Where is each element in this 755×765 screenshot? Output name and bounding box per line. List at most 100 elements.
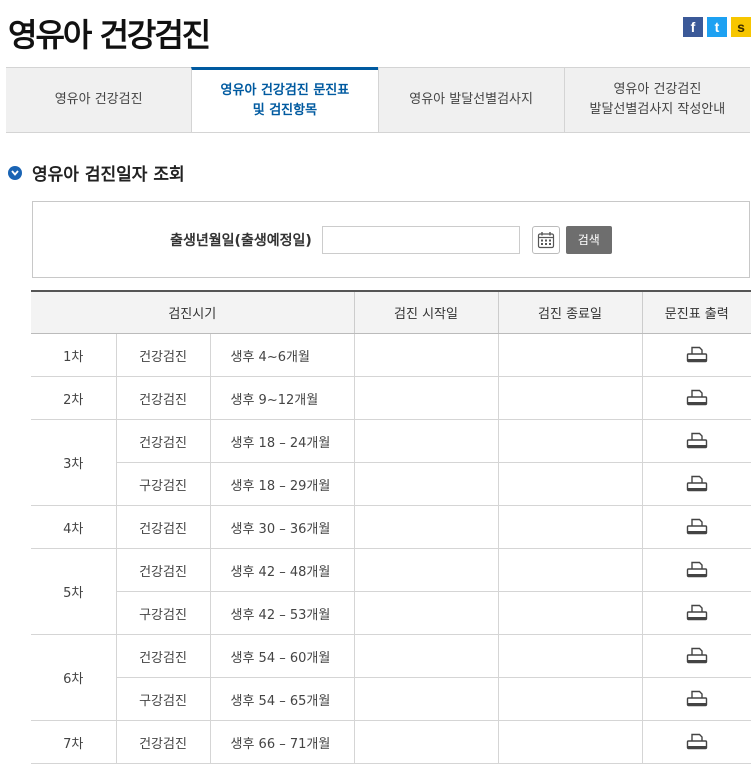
chevron-down-circle-icon bbox=[8, 165, 22, 180]
table-row: 구강검진 생후 54 – 65개월 bbox=[31, 677, 752, 721]
start-date-cell bbox=[353, 419, 499, 463]
tab-label: 영유아 건강검진 문진표 및 검진항목 bbox=[220, 83, 350, 118]
round-cell: 1차 bbox=[31, 333, 116, 377]
age-cell: 생후 9~12개월 bbox=[209, 376, 355, 420]
start-date-cell bbox=[353, 376, 499, 420]
kakaostory-icon[interactable]: s bbox=[731, 17, 751, 37]
start-date-cell bbox=[353, 720, 499, 764]
round-cell: 5차 bbox=[31, 548, 116, 635]
social-share: f t s bbox=[683, 17, 751, 37]
start-date-cell bbox=[353, 505, 499, 549]
printer-icon[interactable] bbox=[686, 690, 708, 708]
end-date-cell bbox=[497, 376, 643, 420]
tab-checkup[interactable]: 영유아 건강검진 bbox=[6, 68, 192, 132]
facebook-icon[interactable]: f bbox=[683, 17, 703, 37]
end-date-cell bbox=[497, 591, 643, 635]
birthdate-input[interactable] bbox=[321, 225, 520, 254]
round-cell: 2차 bbox=[31, 376, 116, 420]
type-cell: 구강검진 bbox=[115, 462, 210, 506]
start-date-cell bbox=[353, 677, 499, 721]
header-start-date: 검진 시작일 bbox=[353, 290, 499, 334]
start-date-cell bbox=[353, 462, 499, 506]
age-cell: 생후 18 – 24개월 bbox=[209, 419, 355, 463]
age-cell: 생후 42 – 53개월 bbox=[209, 591, 355, 635]
calendar-button[interactable] bbox=[531, 225, 560, 254]
print-cell[interactable] bbox=[641, 462, 752, 506]
end-date-cell bbox=[497, 419, 643, 463]
age-cell: 생후 66 – 71개월 bbox=[209, 720, 355, 764]
round-cell: 3차 bbox=[31, 419, 116, 506]
age-cell: 생후 30 – 36개월 bbox=[209, 505, 355, 549]
search-form: 출생년월일(출생예정일) 검색 bbox=[32, 201, 750, 278]
table-row: 3차 건강검진 생후 18 – 24개월 bbox=[31, 419, 752, 506]
tab-development-screening[interactable]: 영유아 발달선별검사지 bbox=[377, 68, 564, 132]
type-cell: 건강검진 bbox=[115, 634, 210, 678]
print-cell[interactable] bbox=[641, 376, 752, 420]
tab-questionnaire[interactable]: 영유아 건강검진 문진표 및 검진항목 bbox=[191, 67, 378, 132]
print-cell[interactable] bbox=[641, 677, 752, 721]
printer-icon[interactable] bbox=[686, 733, 708, 751]
checkup-table: 검진시기 검진 시작일 검진 종료일 문진표 출력 1차 건강검진 생후 4~6개월… bbox=[31, 290, 752, 764]
round-cell: 4차 bbox=[31, 505, 116, 549]
table-row: 2차 건강검진 생후 9~12개월 bbox=[31, 376, 752, 420]
round-cell: 6차 bbox=[31, 634, 116, 721]
start-date-cell bbox=[353, 591, 499, 635]
type-cell: 건강검진 bbox=[115, 505, 210, 549]
end-date-cell bbox=[497, 333, 643, 377]
print-cell[interactable] bbox=[641, 419, 752, 463]
end-date-cell bbox=[497, 505, 643, 549]
printer-icon[interactable] bbox=[686, 432, 708, 450]
type-cell: 건강검진 bbox=[115, 548, 210, 592]
tab-screening-guide[interactable]: 영유아 건강검진 발달선별검사지 작성안내 bbox=[563, 68, 750, 132]
twitter-icon[interactable]: t bbox=[707, 17, 727, 37]
calendar-icon bbox=[537, 231, 554, 248]
age-cell: 생후 42 – 48개월 bbox=[209, 548, 355, 592]
age-cell: 생후 54 – 65개월 bbox=[209, 677, 355, 721]
table-row: 6차 건강검진 생후 54 – 60개월 bbox=[31, 634, 752, 721]
printer-icon[interactable] bbox=[686, 346, 708, 364]
type-cell: 건강검진 bbox=[115, 720, 210, 764]
printer-icon[interactable] bbox=[686, 604, 708, 622]
table-row: 4차 건강검진 생후 30 – 36개월 bbox=[31, 505, 752, 549]
print-cell[interactable] bbox=[641, 333, 752, 377]
type-cell: 구강검진 bbox=[115, 677, 210, 721]
birthdate-label: 출생년월일(출생예정일) bbox=[170, 232, 312, 249]
tab-bar: 영유아 건강검진 영유아 건강검진 문진표 및 검진항목 영유아 발달선별검사지 … bbox=[6, 67, 750, 133]
tab-label: 영유아 발달선별검사지 bbox=[409, 92, 533, 107]
print-cell[interactable] bbox=[641, 548, 752, 592]
start-date-cell bbox=[353, 548, 499, 592]
start-date-cell bbox=[353, 333, 499, 377]
type-cell: 건강검진 bbox=[115, 376, 210, 420]
page-title: 영유아 건강검진 bbox=[8, 16, 211, 54]
table-header-row: 검진시기 검진 시작일 검진 종료일 문진표 출력 bbox=[31, 290, 752, 334]
end-date-cell bbox=[497, 634, 643, 678]
section-header: 영유아 검진일자 조회 bbox=[8, 160, 185, 185]
header-print: 문진표 출력 bbox=[641, 290, 752, 334]
tab-label: 영유아 건강검진 bbox=[54, 92, 143, 107]
printer-icon[interactable] bbox=[686, 561, 708, 579]
print-cell[interactable] bbox=[641, 591, 752, 635]
start-date-cell bbox=[353, 634, 499, 678]
age-cell: 생후 54 – 60개월 bbox=[209, 634, 355, 678]
age-cell: 생후 18 – 29개월 bbox=[209, 462, 355, 506]
print-cell[interactable] bbox=[641, 720, 752, 764]
type-cell: 건강검진 bbox=[115, 419, 210, 463]
table-row: 구강검진 생후 42 – 53개월 bbox=[31, 591, 752, 635]
end-date-cell bbox=[497, 462, 643, 506]
end-date-cell bbox=[497, 677, 643, 721]
printer-icon[interactable] bbox=[686, 647, 708, 665]
search-button[interactable]: 검색 bbox=[565, 225, 612, 254]
printer-icon[interactable] bbox=[686, 475, 708, 493]
age-cell: 생후 4~6개월 bbox=[209, 333, 355, 377]
printer-icon[interactable] bbox=[686, 518, 708, 536]
table-row: 7차 건강검진 생후 66 – 71개월 bbox=[31, 720, 752, 764]
table-row: 1차 건강검진 생후 4~6개월 bbox=[31, 333, 752, 377]
print-cell[interactable] bbox=[641, 634, 752, 678]
type-cell: 건강검진 bbox=[115, 333, 210, 377]
printer-icon[interactable] bbox=[686, 389, 708, 407]
round-cell: 7차 bbox=[31, 720, 116, 764]
section-title: 영유아 검진일자 조회 bbox=[32, 165, 185, 185]
print-cell[interactable] bbox=[641, 505, 752, 549]
tab-label: 영유아 건강검진 발달선별검사지 작성안내 bbox=[589, 82, 726, 117]
table-row: 5차 건강검진 생후 42 – 48개월 bbox=[31, 548, 752, 635]
